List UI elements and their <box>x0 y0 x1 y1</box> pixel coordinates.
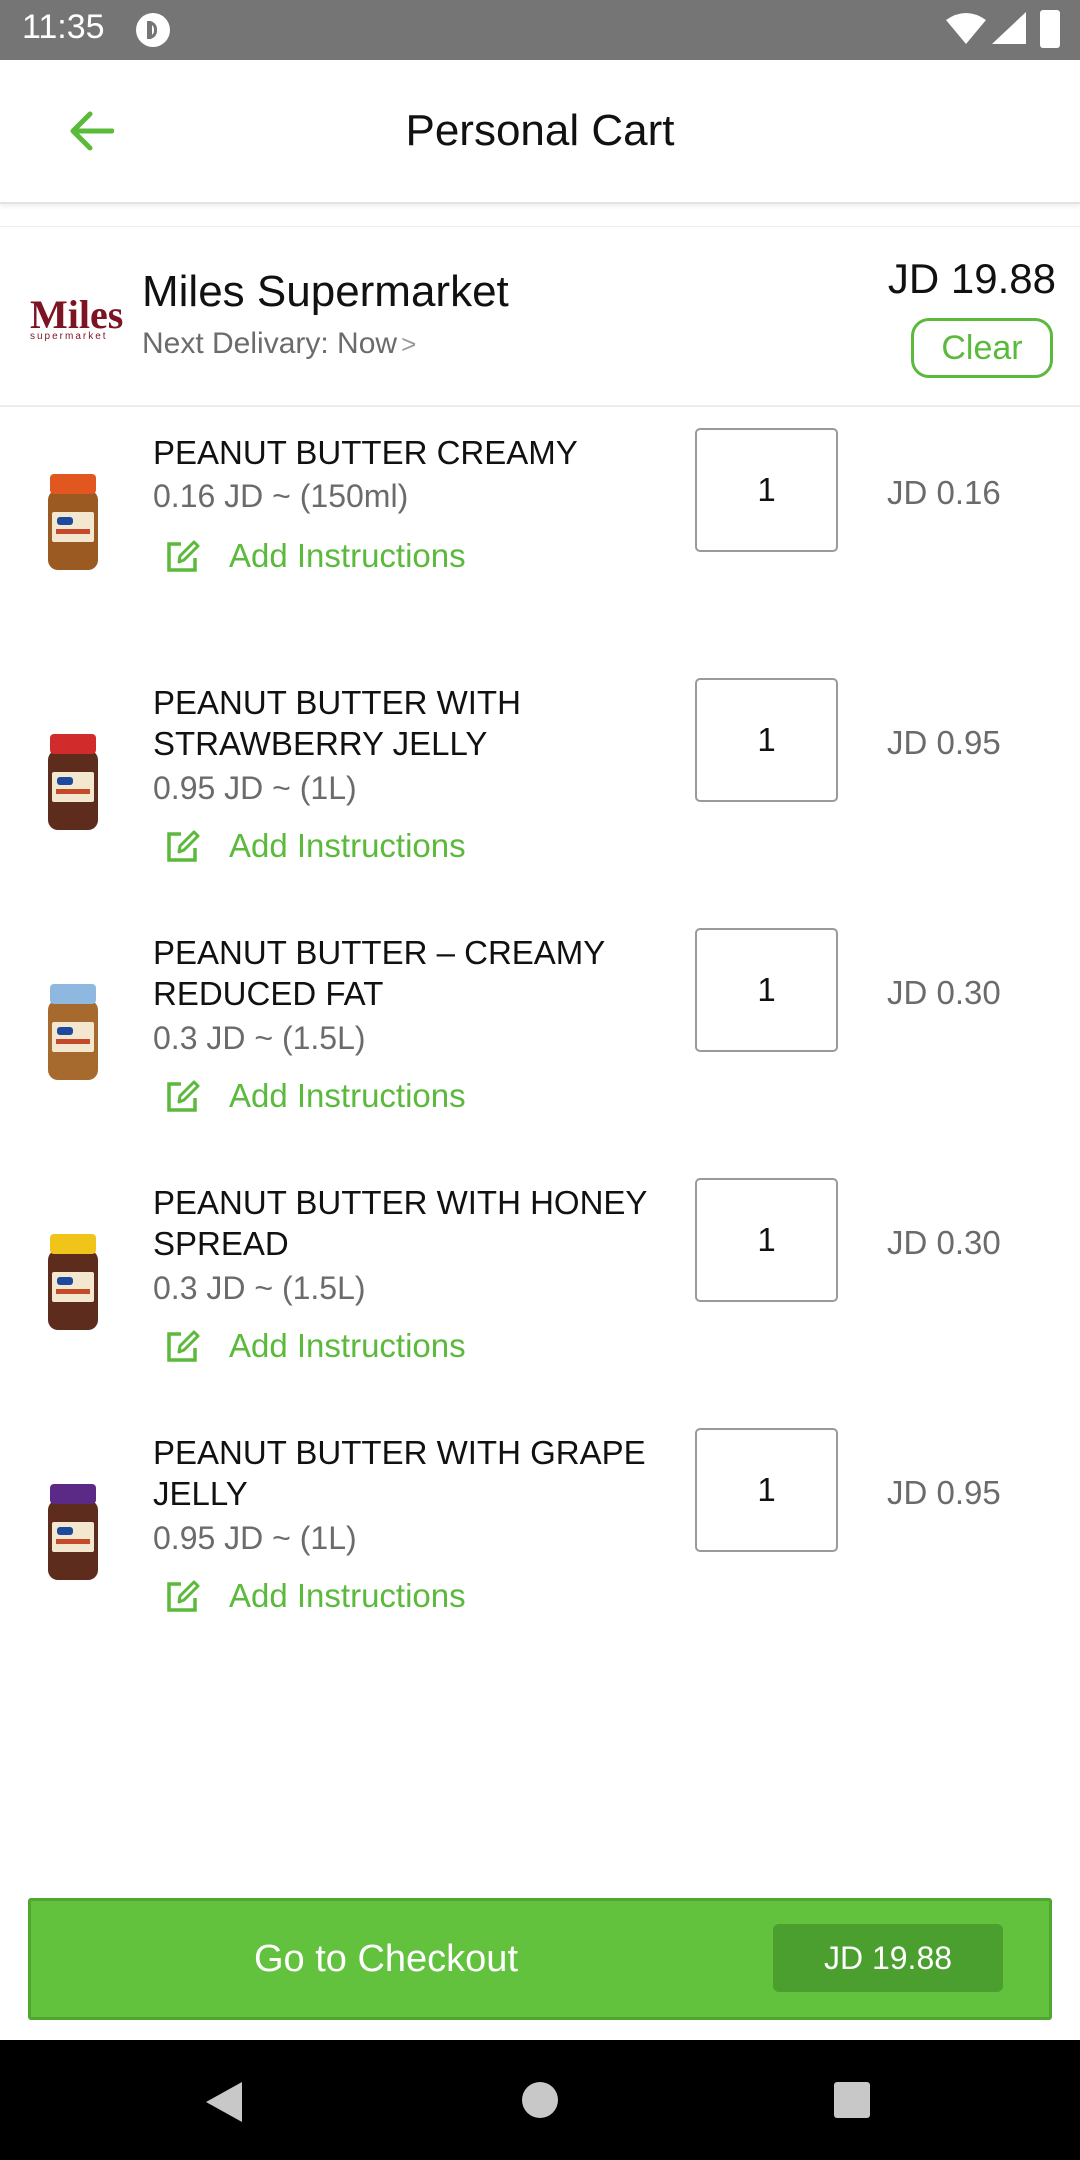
product-unit-price: 0.16 JD ~ (150ml) <box>153 478 409 514</box>
quantity-field[interactable]: 1 <box>695 428 838 552</box>
edit-icon <box>167 1080 200 1112</box>
store-total: JD 19.88 <box>887 255 1056 302</box>
edit-icon <box>167 1580 200 1612</box>
jar-lid <box>50 474 96 494</box>
product-image <box>42 984 104 1088</box>
nav-recents-icon[interactable] <box>834 2082 870 2118</box>
page-title: Personal Cart <box>405 106 675 155</box>
product-name: PEANUT BUTTER – CREAMY REDUCED FAT <box>153 934 605 1012</box>
add-instructions-label: Add Instructions <box>229 537 466 574</box>
product-unit-price: 0.3 JD ~ (1.5L) <box>153 1020 366 1056</box>
signal-icon <box>992 12 1026 44</box>
add-instructions-label: Add Instructions <box>229 1077 466 1114</box>
store-logo-text: Miles <box>30 292 124 337</box>
quantity-field[interactable]: 1 <box>695 678 838 802</box>
item-total-price: JD 0.16 <box>887 474 1001 511</box>
item-total-price: JD 0.95 <box>887 1474 1001 1511</box>
product-image <box>42 734 104 838</box>
product-name: PEANUT BUTTER WITH HONEY SPREAD <box>153 1184 647 1262</box>
delivery-info[interactable]: Next Delivary: Now > <box>142 327 416 361</box>
store-logo-subtext: supermarket <box>30 331 108 342</box>
cart-item: PEANUT BUTTER WITH STRAWBERRY JELLY 0.95… <box>0 654 1080 884</box>
product-image <box>42 474 104 578</box>
item-total-price: JD 0.95 <box>887 724 1001 761</box>
store-header: Miles supermarket Miles Supermarket Next… <box>0 226 1080 407</box>
quantity-field[interactable]: 1 <box>695 1428 838 1552</box>
product-name: PEANUT BUTTER WITH GRAPE JELLY <box>153 1434 646 1512</box>
chevron-right-icon: > <box>401 329 417 359</box>
add-instructions-link[interactable]: Add Instructions <box>165 1574 466 1618</box>
add-instructions-label: Add Instructions <box>229 1577 466 1614</box>
edit-icon <box>167 1330 200 1362</box>
nav-back-icon[interactable] <box>204 2080 244 2124</box>
item-total-price: JD 0.30 <box>887 974 1001 1011</box>
store-name: Miles Supermarket <box>142 267 509 316</box>
edit-icon <box>167 830 200 862</box>
edit-icon <box>167 540 200 572</box>
product-unit-price: 0.95 JD ~ (1L) <box>153 1520 357 1556</box>
delivery-text: Next Delivary: Now <box>142 327 398 360</box>
quantity-field[interactable]: 1 <box>695 928 838 1052</box>
product-image <box>42 1234 104 1338</box>
clear-button[interactable]: Clear <box>911 318 1053 378</box>
wifi-icon <box>946 13 986 44</box>
product-unit-price: 0.95 JD ~ (1L) <box>153 770 357 806</box>
product-name: PEANUT BUTTER CREAMY <box>153 434 578 471</box>
product-unit-price: 0.3 JD ~ (1.5L) <box>153 1270 366 1306</box>
notification-icon <box>136 13 170 47</box>
system-navigation-bar <box>0 2040 1080 2160</box>
add-instructions-label: Add Instructions <box>229 1327 466 1364</box>
nav-home-icon[interactable] <box>522 2082 558 2118</box>
status-bar: 11:35 <box>0 0 1080 60</box>
cart-item: PEANUT BUTTER – CREAMY REDUCED FAT 0.3 J… <box>0 904 1080 1134</box>
checkout-label: Go to Checkout <box>253 1937 519 1980</box>
add-instructions-label: Add Instructions <box>229 827 466 864</box>
checkout-button[interactable]: Go to Checkout JD 19.88 <box>28 1898 1052 2020</box>
cart-item: PEANUT BUTTER WITH GRAPE JELLY 0.95 JD ~… <box>0 1404 1080 1634</box>
item-total-price: JD 0.30 <box>887 1224 1001 1261</box>
add-instructions-link[interactable]: Add Instructions <box>165 824 466 868</box>
product-image <box>42 1484 104 1588</box>
add-instructions-link[interactable]: Add Instructions <box>165 1074 466 1118</box>
cart-item: PEANUT BUTTER WITH HONEY SPREAD 0.3 JD ~… <box>0 1154 1080 1384</box>
battery-icon <box>1040 10 1060 48</box>
product-name: PEANUT BUTTER WITH STRAWBERRY JELLY <box>153 684 521 762</box>
add-instructions-link[interactable]: Add Instructions <box>165 534 466 578</box>
quantity-field[interactable]: 1 <box>695 1178 838 1302</box>
add-instructions-link[interactable]: Add Instructions <box>165 1324 466 1368</box>
checkout-amount: JD 19.88 <box>773 1924 1003 1992</box>
status-time: 11:35 <box>22 8 105 46</box>
app-bar: Personal Cart <box>0 60 1080 204</box>
cart-item: PEANUT BUTTER CREAMY 0.16 JD ~ (150ml) A… <box>0 404 1080 634</box>
store-logo: Miles supermarket <box>30 292 124 345</box>
